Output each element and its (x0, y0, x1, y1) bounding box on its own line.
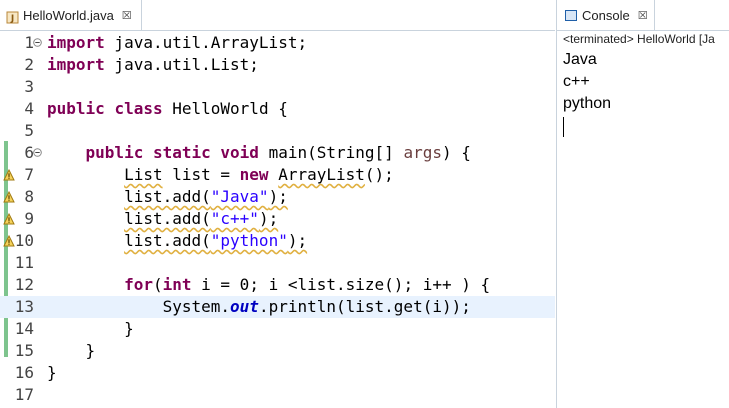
code-line[interactable]: 12 for(int i = 0; i <list.size(); i++ ) … (0, 274, 555, 296)
code-line[interactable]: 9 list.add("c++"); (0, 208, 555, 230)
line-number: 13 (14, 297, 34, 316)
code-line[interactable]: 4 public class HelloWorld { (0, 98, 555, 120)
line-number: 11 (14, 253, 34, 272)
line-number: 3 (24, 77, 34, 96)
code-line[interactable]: 1 import java.util.ArrayList; (0, 32, 555, 54)
console-tab-bar: Console ☒ (557, 0, 729, 31)
code-line[interactable]: 2 import java.util.List; (0, 54, 555, 76)
console-output[interactable]: Java c++ python (563, 49, 611, 115)
code-text: } (47, 341, 96, 360)
line-number: 7 (24, 165, 34, 184)
code-line[interactable]: 10 list.add("python"); (0, 230, 555, 252)
code-text: } (47, 319, 134, 338)
console-output-line: Java (563, 51, 597, 68)
line-number: 9 (24, 209, 34, 228)
code-text: public class HelloWorld { (47, 99, 288, 118)
line-number: 4 (24, 99, 34, 118)
line-number: 6 (24, 143, 34, 162)
line-number: 15 (14, 341, 34, 360)
console-status: <terminated> HelloWorld [Ja (563, 32, 715, 46)
close-icon[interactable]: ☒ (122, 9, 132, 22)
code-line[interactable]: 17 (0, 384, 555, 406)
console-icon (565, 9, 577, 21)
code-text: list.add("c++"); (124, 209, 279, 228)
close-icon[interactable]: ☒ (638, 9, 648, 22)
code-text: List list = new ArrayList(); (124, 165, 394, 184)
code-text: list.add("Java"); (124, 187, 288, 206)
code-line[interactable]: 8 list.add("Java"); (0, 186, 555, 208)
tab-console[interactable]: Console ☒ (557, 0, 655, 30)
line-number: 17 (14, 385, 34, 404)
code-line[interactable]: 3 (0, 76, 555, 98)
code-line[interactable]: 14 } (0, 318, 555, 340)
editor-pane[interactable]: J HelloWorld.java ☒ 1 import java.util.Ar… (0, 0, 555, 408)
code-line[interactable]: 13 System.out.println(list.get(i)); (0, 296, 555, 318)
code-text: for(int i = 0; i <list.size(); i++ ) { (124, 275, 491, 294)
code-text: } (47, 363, 57, 382)
tab-label: HelloWorld.java (23, 7, 114, 23)
code-text: public static void main(String[] args) { (85, 143, 471, 162)
java-file-icon: J (6, 9, 19, 24)
console-output-line: c++ (563, 73, 590, 90)
line-number: 12 (14, 275, 34, 294)
fold-minus-icon[interactable] (33, 38, 42, 47)
code-line[interactable]: 11 (0, 252, 555, 274)
text-caret (563, 117, 564, 137)
svg-text:J: J (10, 14, 14, 24)
code-line[interactable]: 5 (0, 120, 555, 142)
code-line[interactable]: 7 List list = new ArrayList(); (0, 164, 555, 186)
code-text: list.add("python"); (124, 231, 308, 250)
line-number: 10 (14, 231, 34, 250)
code-line[interactable]: 15 } (0, 340, 555, 362)
code-text: import java.util.ArrayList; (47, 33, 308, 52)
line-number: 16 (14, 363, 34, 382)
code-editor[interactable]: 1 import java.util.ArrayList; 2 import java… (0, 32, 555, 408)
console-pane[interactable]: Console ☒ <terminated> HelloWorld [Ja Ja… (556, 0, 729, 408)
code-line[interactable]: 16} (0, 362, 555, 384)
editor-tab-bar: J HelloWorld.java ☒ (0, 0, 555, 31)
tab-helloworld-java[interactable]: J HelloWorld.java ☒ (0, 0, 142, 30)
console-tab-label: Console (582, 7, 630, 23)
line-number: 2 (24, 55, 34, 74)
console-output-line: python (563, 95, 612, 112)
code-text: System.out.println(list.get(i)); (47, 297, 471, 316)
code-line[interactable]: 6 public static void main(String[] args)… (0, 142, 555, 164)
fold-minus-icon[interactable] (33, 148, 42, 157)
line-number: 1 (24, 33, 34, 52)
code-text: import java.util.List; (47, 55, 259, 74)
line-number: 8 (24, 187, 34, 206)
line-number: 5 (24, 121, 34, 140)
line-number: 14 (14, 319, 34, 338)
